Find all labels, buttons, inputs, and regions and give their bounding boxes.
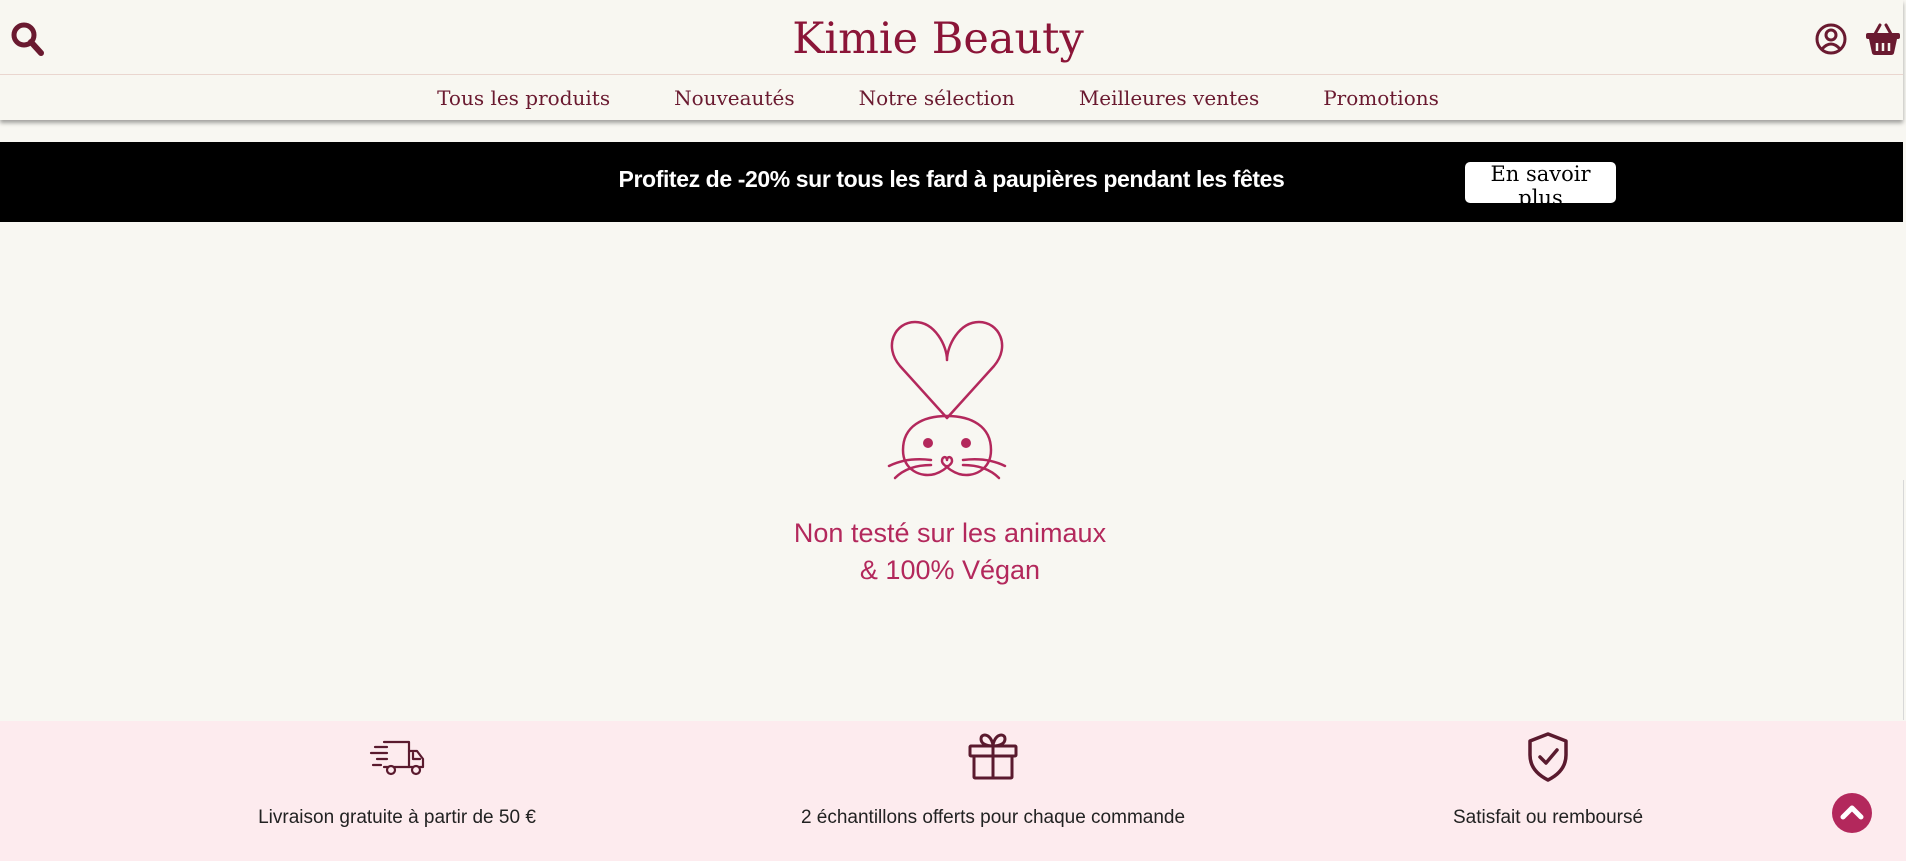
nav-item-promotions[interactable]: Promotions [1291, 82, 1471, 114]
benefit-label: Livraison gratuite à partir de 50 € [258, 807, 536, 828]
basket-button[interactable] [1865, 20, 1901, 58]
promo-banner: Profitez de -20% sur tous les fard à pau… [0, 142, 1903, 222]
gift-icon [968, 733, 1018, 780]
cruelty-free-feature: Non testé sur les animaux & 100% Végan [0, 310, 1900, 589]
benefits-bar: Livraison gratuite à partir de 50 € 2 éc… [0, 721, 1906, 861]
chevron-up-icon [1840, 805, 1864, 820]
account-button[interactable] [1815, 22, 1847, 56]
benefit-label: Satisfait ou remboursé [1452, 807, 1644, 828]
promo-text: Profitez de -20% sur tous les fard à pau… [618, 166, 1285, 192]
feature-line-2: & 100% Végan [859, 555, 1041, 585]
benefit-label: 2 échantillons offerts pour chaque comma… [800, 807, 1186, 828]
site-header: Kimie Beauty Tous les produits Nouveauté… [0, 0, 1903, 120]
feature-line-1: Non testé sur les animaux [793, 518, 1107, 548]
main-nav: Tous les produits Nouveautés Notre sélec… [0, 82, 1876, 114]
nav-item-our-selection[interactable]: Notre sélection [827, 82, 1047, 114]
bunny-icon [887, 320, 1007, 480]
benefit-free-samples: 2 échantillons offerts pour chaque comma… [713, 731, 1273, 829]
scrollbar-edge [1903, 480, 1904, 720]
brand-logo[interactable]: Kimie Beauty [0, 14, 1876, 64]
scroll-to-top-button[interactable] [1832, 793, 1872, 833]
shield-check-icon [1528, 732, 1568, 782]
benefit-free-delivery: Livraison gratuite à partir de 50 € [117, 731, 677, 829]
feature-title: Non testé sur les animaux & 100% Végan [0, 515, 1900, 589]
nav-item-best-sellers[interactable]: Meilleures ventes [1047, 82, 1291, 114]
shopping-basket-icon [1866, 23, 1900, 55]
delivery-truck-icon [369, 740, 425, 776]
nav-item-new-arrivals[interactable]: Nouveautés [642, 82, 827, 114]
header-divider [0, 74, 1903, 75]
benefit-money-back: Satisfait ou remboursé [1268, 731, 1828, 829]
nav-item-all-products[interactable]: Tous les produits [405, 82, 642, 114]
learn-more-button[interactable]: En savoir plus [1465, 162, 1616, 210]
user-circle-icon [1815, 23, 1847, 55]
